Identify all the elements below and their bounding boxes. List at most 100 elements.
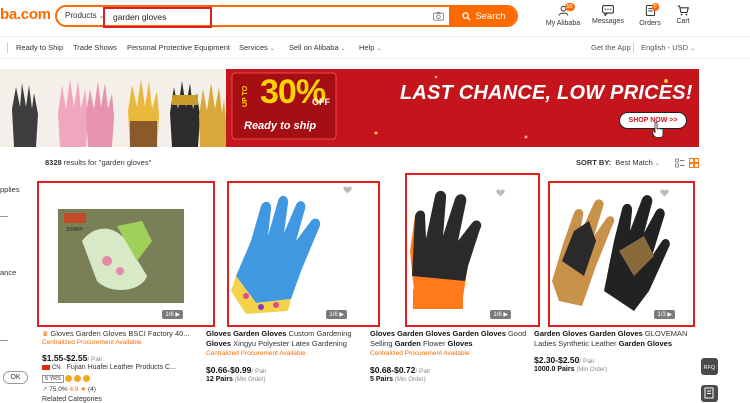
moq-label: (Min Order)	[576, 367, 608, 373]
title-keyword: Gloves Garden Gloves	[50, 329, 127, 338]
nav-trade-shows[interactable]: Trade Shows	[73, 43, 117, 52]
review-count: (4)	[88, 386, 96, 393]
nav-help[interactable]: Help ⌄	[359, 43, 381, 52]
results-count: 8328 results for "garden gloves"	[45, 158, 151, 167]
moq-value: 12 Pairs	[206, 376, 233, 383]
annotation-box	[227, 181, 380, 327]
get-the-app-link[interactable]: Get the App	[591, 43, 631, 52]
product-title[interactable]: Gloves Garden Gloves Custom Gardening Gl…	[206, 329, 363, 349]
search-button-label: Search	[475, 10, 506, 22]
ok-button[interactable]: OK	[3, 371, 28, 384]
my-alibaba-label: My Alibaba	[545, 20, 581, 27]
nav-ppe[interactable]: Personal Protective Equipment	[127, 43, 230, 52]
product-price: $2.30-$2.50/ Pair	[534, 355, 595, 365]
sidebar-item-ance[interactable]: ance	[0, 268, 16, 277]
banner-ready-to-ship: Ready to ship	[244, 120, 317, 132]
chevron-down-icon: ⌄	[690, 46, 696, 52]
price-unit: / Pair	[87, 356, 103, 363]
cart-icon	[677, 5, 689, 16]
product-price: $1.55-$2.55/ Pair	[42, 353, 103, 363]
procurement-tag: Centralized Procurement Available	[42, 339, 142, 346]
response-rate: 75.0%	[49, 386, 68, 393]
procurement-tag: Centralized Procurement Available	[206, 350, 306, 357]
list-view-icon[interactable]	[675, 158, 685, 168]
search-button[interactable]: Search	[449, 7, 516, 25]
feedback-float-button[interactable]	[701, 385, 718, 402]
alibaba-logo[interactable]: ba.com	[0, 6, 51, 23]
language-currency-label: English - USD	[641, 43, 689, 52]
title-rest-2: Selling	[370, 339, 395, 348]
title-keyword: Gloves Garden Gloves	[206, 329, 287, 338]
title-keyword-2: Gloves	[206, 339, 232, 348]
rfq-icon: RFQ	[704, 365, 716, 371]
edit-icon	[704, 387, 714, 399]
supplier-badges: 5 YRS	[42, 375, 90, 384]
gold-supplier-icon	[74, 375, 82, 382]
banner-sale-panel: UP TO 30% OFF Ready to ship LAST CHANCE,…	[226, 69, 699, 147]
rating-row: ↗ 75.0% 4.9 ★ (4)	[42, 385, 96, 393]
related-categories-link[interactable]: Related Categories	[42, 396, 102, 403]
results-text: results for "garden gloves"	[63, 158, 152, 167]
nav-sell-on-alibaba[interactable]: Sell on Alibaba ⌄	[289, 43, 346, 52]
annotation-box	[405, 173, 540, 327]
camera-icon[interactable]	[433, 11, 444, 21]
notification-badge: 55	[564, 3, 575, 11]
title-rest-2: Ladies Synthetic Leather	[534, 339, 619, 348]
min-order: 5 Pairs (Min Order)	[370, 376, 426, 383]
search-category-select[interactable]: Products ⌄	[65, 11, 104, 20]
divider	[0, 340, 8, 341]
min-order: 12 Pairs (Min Order)	[206, 376, 265, 383]
title-keyword-3: Gloves	[447, 339, 473, 348]
grid-view-icon[interactable]	[689, 158, 699, 168]
cn-flag-icon	[42, 364, 50, 370]
language-currency-select[interactable]: English - USD ⌄	[641, 43, 695, 52]
price-value: $2.30-$2.50	[534, 355, 580, 365]
my-alibaba-link[interactable]: 55 My Alibaba	[538, 3, 588, 27]
sort-by-select[interactable]: SORT BY: Best Match ⌄	[576, 158, 660, 167]
title-rest-2: Xingyu Polyester Latex Gardening	[231, 339, 347, 348]
nav-services[interactable]: Services ⌄	[239, 43, 275, 52]
title-rest-3: Flower	[420, 339, 448, 348]
title-keyword-2: Garden Gloves	[618, 339, 672, 348]
chevron-down-icon: ⌄	[376, 46, 382, 52]
results-number: 8328	[45, 158, 62, 167]
moq-label: (Min Order)	[394, 377, 426, 383]
price-value: $0.68-$0.72	[370, 365, 416, 375]
annotation-box	[37, 181, 215, 327]
crown-icon: ♛	[42, 331, 49, 338]
sidebar-item-supplies[interactable]: pplies	[0, 185, 20, 194]
title-keyword: Gloves Garden Gloves Garden Gloves	[370, 329, 506, 338]
search-category-label: Products	[65, 11, 97, 20]
title-rest: Good	[505, 329, 527, 338]
message-icon	[602, 5, 614, 16]
nav-help-label: Help	[359, 43, 375, 52]
rfq-float-button[interactable]: RFQ	[701, 358, 718, 375]
response-icon: ↗	[42, 386, 48, 393]
product-price: $0.66-$0.99/ Pair	[206, 365, 267, 375]
title-rest: BSCI Factory 40...	[126, 329, 190, 338]
promo-banner[interactable]: UP TO 30% OFF Ready to ship LAST CHANCE,…	[0, 69, 699, 147]
svg-text:RFQ: RFQ	[704, 365, 716, 371]
search-query-highlight	[103, 7, 212, 28]
nav-ready-to-ship[interactable]: Ready to Ship	[16, 43, 63, 52]
search-icon	[462, 11, 471, 21]
product-title[interactable]: Garden Gloves Garden Gloves GLOVEMAN Lad…	[534, 329, 691, 349]
years-badge: 5 YRS	[42, 375, 64, 384]
banner-gloves-image	[0, 69, 226, 147]
nav-services-label: Services	[239, 43, 268, 52]
hand-cursor-icon	[652, 122, 664, 138]
title-keyword-2: Garden	[394, 339, 421, 348]
annotation-box	[548, 181, 695, 327]
chevron-down-icon: ⌄	[654, 161, 660, 167]
verified-icon	[65, 375, 73, 382]
cart-link[interactable]: Cart	[658, 5, 708, 25]
title-rest: Custom Gardening	[286, 329, 352, 338]
supplier-row[interactable]: CN Fujian Huafei Leather Products C...	[42, 364, 176, 371]
price-value: $1.55-$2.55	[42, 353, 88, 363]
star-icon: ★	[80, 386, 87, 393]
supplier-name: Fujian Huafei Leather Products C...	[66, 364, 176, 371]
divider	[633, 42, 634, 53]
product-title[interactable]: Gloves Garden Gloves Garden Gloves Good …	[370, 329, 527, 349]
sort-value: Best Match	[615, 158, 653, 167]
banner-off-text: OFF	[312, 97, 330, 107]
